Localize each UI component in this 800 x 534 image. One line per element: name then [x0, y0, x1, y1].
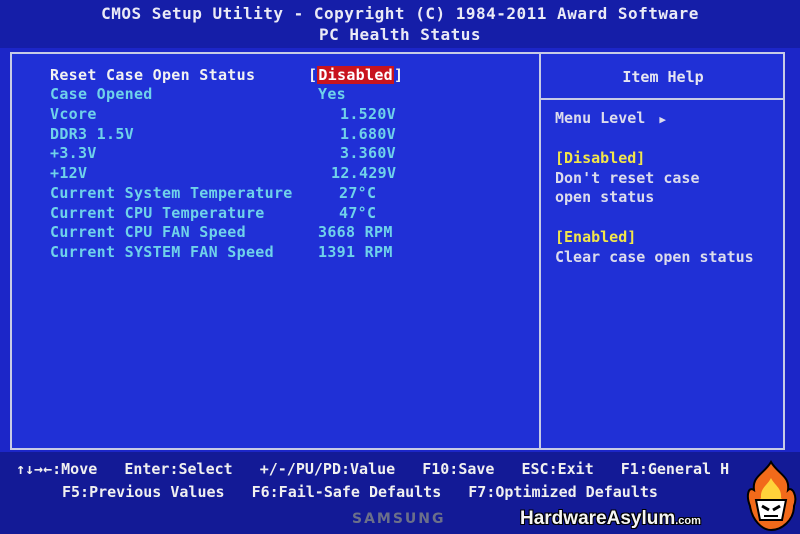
watermark: HardwareAsylum.com — [520, 460, 800, 534]
setting-label: DDR3 1.5V — [50, 125, 134, 143]
triangle-right-icon: ▶ — [659, 113, 666, 126]
help-desc-line: open status — [555, 188, 655, 206]
setting-label: Current CPU FAN Speed — [50, 223, 246, 241]
setting-label: Vcore — [50, 105, 97, 123]
help-divider — [541, 98, 785, 100]
setting-value: 3668 RPM — [318, 223, 393, 241]
flame-mascot-icon — [746, 460, 797, 532]
app-title: CMOS Setup Utility - Copyright (C) 1984-… — [101, 4, 699, 23]
selected-value-highlight[interactable]: Disabled — [317, 66, 394, 84]
key-move: ↑↓→←:Move — [16, 460, 98, 478]
main-panel: Reset Case Open Status [Disabled] Case O… — [10, 52, 785, 450]
key-previous-values: F5:Previous Values — [62, 483, 225, 501]
setting-label: Case Opened — [50, 85, 153, 103]
setting-label: Reset Case Open Status — [50, 66, 256, 84]
key-fail-safe-defaults: F6:Fail-Safe Defaults — [251, 483, 442, 501]
setting-value: Yes — [318, 85, 346, 103]
panel-divider — [539, 54, 541, 448]
setting-value: 27°C — [339, 184, 377, 202]
setting-label: Current SYSTEM FAN Speed — [50, 243, 274, 261]
key-save: F10:Save — [422, 460, 495, 478]
setting-value: 3.360V — [340, 144, 396, 162]
setting-value: 1.520V — [340, 105, 396, 123]
setting-value[interactable]: [Disabled] — [308, 66, 403, 84]
help-option-disabled: [Disabled] — [555, 149, 646, 167]
setting-value: 47°C — [339, 204, 377, 222]
title-bar: CMOS Setup Utility - Copyright (C) 1984-… — [0, 0, 800, 48]
help-desc-line: Clear case open status — [555, 248, 754, 266]
setting-label: Current System Temperature — [50, 184, 293, 202]
help-option-enabled: [Enabled] — [555, 228, 637, 246]
menu-level: Menu Level ▶ — [555, 109, 666, 127]
setting-value: 1391 RPM — [318, 243, 393, 261]
monitor-brand-logo: SAMSUNG — [352, 511, 446, 527]
setting-label: +12V — [50, 164, 88, 182]
key-select: Enter:Select — [124, 460, 233, 478]
setting-label: +3.3V — [50, 144, 97, 162]
setting-label: Current CPU Temperature — [50, 204, 265, 222]
key-value: +/-/PU/PD:Value — [259, 460, 396, 478]
page-title: PC Health Status — [318, 25, 482, 44]
item-help-title: Item Help — [622, 68, 704, 86]
help-desc-line: Don't reset case — [555, 169, 700, 187]
setting-value: 1.680V — [340, 125, 396, 143]
watermark-text: HardwareAsylum.com — [520, 508, 701, 529]
setting-value: 12.429V — [331, 164, 397, 182]
